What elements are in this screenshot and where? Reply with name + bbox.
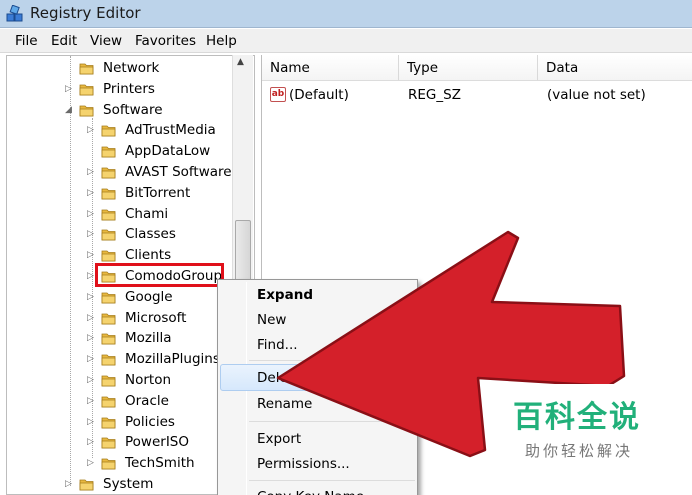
tree-item-classes[interactable]: ▷ Classes <box>87 224 254 244</box>
expand-arrow-icon[interactable]: ▷ <box>87 224 97 244</box>
value-data: (value not set) <box>547 87 646 103</box>
column-header-name[interactable]: Name <box>262 55 399 81</box>
watermark-tagline: 助你轻松解决 <box>525 442 634 460</box>
folder-icon <box>101 415 116 429</box>
collapse-arrow-icon[interactable]: ◢ <box>65 100 75 120</box>
folder-icon <box>101 435 116 449</box>
tree-item-software[interactable]: ◢ Software <box>65 100 245 120</box>
title-bar: Registry Editor <box>0 0 692 28</box>
registry-editor-icon <box>6 5 23 22</box>
folder-icon <box>79 82 94 96</box>
tree-item-label: AppDataLow <box>125 143 211 160</box>
folder-icon <box>101 331 116 345</box>
tree-item-printers[interactable]: ▷ Printers <box>65 79 245 99</box>
watermark: 百科全说 助你轻松解决 <box>493 384 692 470</box>
value-row[interactable]: ab (Default) REG_SZ (value not set) <box>262 84 692 106</box>
expand-arrow-icon[interactable]: ▷ <box>87 204 97 224</box>
folder-icon <box>101 352 116 366</box>
folder-icon <box>101 123 116 137</box>
tree-item-label: Norton <box>125 372 172 388</box>
expand-arrow-icon[interactable]: ▷ <box>87 183 97 203</box>
folder-icon <box>101 207 116 221</box>
menu-bar: File Edit View Favorites Help <box>0 29 692 53</box>
menu-view[interactable]: View <box>90 33 122 49</box>
tree-item-bittorrent[interactable]: ▷ BitTorrent <box>87 183 254 203</box>
tree-item-label: Mozilla <box>125 330 172 347</box>
tree-item-label: Network <box>103 60 160 76</box>
folder-icon <box>101 227 116 241</box>
expand-arrow-icon[interactable]: ▷ <box>87 412 97 432</box>
folder-icon <box>101 165 116 179</box>
column-header-data[interactable]: Data <box>538 55 692 81</box>
tree-item-label: TechSmith <box>125 455 195 472</box>
folder-icon <box>101 373 116 387</box>
folder-icon <box>101 144 116 158</box>
folder-icon <box>101 311 116 325</box>
expand-arrow-icon[interactable]: ▷ <box>87 120 97 140</box>
tree-item-label: AdTrustMedia <box>125 122 216 139</box>
menu-help[interactable]: Help <box>206 33 237 49</box>
menu-favorites[interactable]: Favorites <box>135 33 196 49</box>
expand-arrow-icon[interactable]: ▷ <box>87 287 97 307</box>
folder-icon <box>79 477 94 491</box>
tree-item-adtrustmedia[interactable]: ▷ AdTrustMedia <box>87 120 254 140</box>
value-name: (Default) <box>289 87 349 103</box>
tree-item-label: Google <box>125 288 173 305</box>
expand-arrow-icon[interactable]: ▷ <box>87 432 97 452</box>
tree-item-avast-software[interactable]: ▷ AVAST Software <box>87 162 254 182</box>
expand-arrow-icon[interactable]: ▷ <box>87 391 97 411</box>
tree-item-label: Printers <box>103 80 155 97</box>
tree-item-label: Software <box>103 101 163 118</box>
expand-arrow-icon[interactable]: ▷ <box>87 328 97 348</box>
menu-edit[interactable]: Edit <box>51 33 77 49</box>
tree-item-label: MozillaPlugins <box>125 351 220 368</box>
tree-item-label: System <box>103 476 154 492</box>
tree-item-label: PowerISO <box>125 434 189 451</box>
tree-guide-line <box>70 56 71 486</box>
expand-arrow-icon[interactable]: ▷ <box>87 370 97 390</box>
expand-arrow-icon[interactable]: ▷ <box>65 79 75 99</box>
folder-icon <box>79 61 94 75</box>
expand-arrow-icon[interactable]: ▷ <box>87 349 97 369</box>
expand-arrow-icon[interactable]: ▷ <box>87 162 97 182</box>
expand-arrow-icon[interactable]: ▷ <box>65 474 75 494</box>
folder-icon <box>101 290 116 304</box>
scroll-up-icon[interactable]: ▲ <box>237 57 244 67</box>
watermark-brand: 百科全说 <box>513 400 641 435</box>
folder-icon <box>79 103 94 117</box>
column-header-type[interactable]: Type <box>399 55 538 81</box>
value-type: REG_SZ <box>408 87 461 103</box>
folder-icon <box>101 248 116 262</box>
menu-file[interactable]: File <box>15 33 38 49</box>
expand-arrow-icon[interactable]: ▷ <box>87 453 97 473</box>
tree-item-network[interactable]: Network <box>65 58 245 78</box>
window-title: Registry Editor <box>30 4 141 22</box>
tree-item-label: AVAST Software <box>125 164 232 180</box>
tree-item-label: Microsoft <box>125 309 187 326</box>
tree-item-chami[interactable]: ▷ Chami <box>87 204 254 224</box>
tree-item-label: Oracle <box>125 392 169 409</box>
tree-item-label: Classes <box>125 226 176 243</box>
tree-item-label: Policies <box>125 413 175 430</box>
folder-icon <box>101 456 116 470</box>
selected-key-highlight <box>95 263 224 287</box>
tree-item-appdatalow[interactable]: AppDataLow <box>87 141 254 161</box>
tree-item-label: BitTorrent <box>125 184 191 201</box>
string-value-icon: ab <box>270 87 286 102</box>
expand-arrow-icon[interactable]: ▷ <box>87 308 97 328</box>
tree-item-label: Chami <box>125 205 169 222</box>
folder-icon <box>101 394 116 408</box>
folder-icon <box>101 186 116 200</box>
